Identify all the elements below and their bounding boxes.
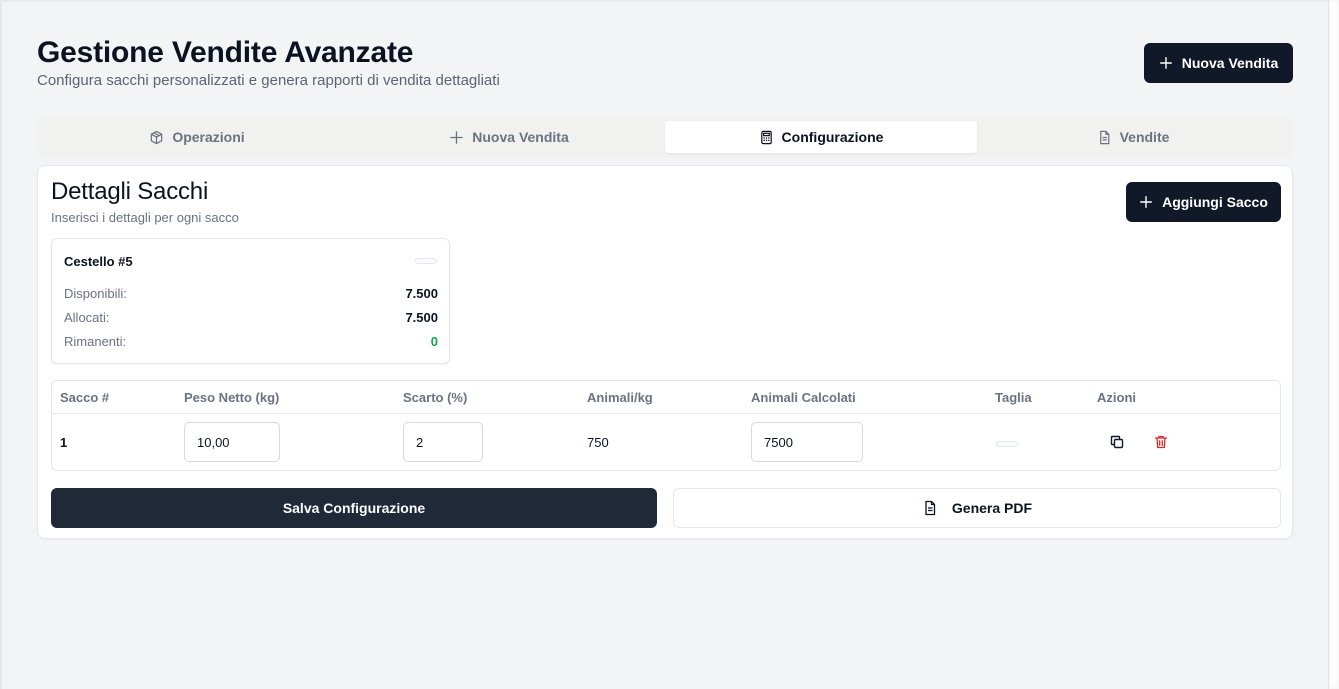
card-title: Dettagli Sacchi bbox=[51, 178, 209, 205]
plus-icon bbox=[1140, 196, 1153, 208]
basket-name: Cestello #5 bbox=[64, 254, 133, 269]
column-header: Scarto (%) bbox=[403, 390, 468, 405]
add-bag-label: Aggiungi Sacco bbox=[1162, 194, 1268, 210]
column-header: Animali Calcolati bbox=[751, 390, 856, 405]
scrollbar-thumb[interactable] bbox=[1330, 2, 1337, 687]
summary-row-available: Disponibili: 7.500 bbox=[64, 286, 438, 301]
bags-table: Sacco # Peso Netto (kg) Scarto (%) Anima… bbox=[51, 380, 1281, 471]
save-label: Salva Configurazione bbox=[282, 500, 426, 516]
page-header: Gestione Vendite Avanzate Configura sacc… bbox=[37, 36, 1293, 96]
summary-value: 7.500 bbox=[405, 286, 438, 301]
column-header: Sacco # bbox=[60, 390, 110, 405]
tab-label: Configurazione bbox=[781, 129, 884, 145]
tab-operazioni[interactable]: Operazioni bbox=[41, 121, 353, 153]
tab-configurazione[interactable]: Configurazione bbox=[665, 121, 977, 153]
add-bag-button[interactable]: Aggiungi Sacco bbox=[1126, 182, 1281, 222]
plus-icon bbox=[450, 130, 464, 144]
table-header: Sacco # Peso Netto (kg) Scarto (%) Anima… bbox=[52, 381, 1280, 414]
calculated-animals-input[interactable] bbox=[751, 422, 863, 462]
box-icon bbox=[151, 130, 163, 144]
summary-label: Disponibili: bbox=[64, 286, 127, 301]
table-row: 1 750 bbox=[52, 414, 1280, 470]
page-edge bbox=[0, 0, 2, 689]
tab-label: Nuova Vendita bbox=[472, 129, 569, 145]
summary-label: Rimanenti: bbox=[64, 334, 127, 349]
net-weight-input[interactable] bbox=[184, 422, 280, 462]
page-subtitle: Configura sacchi personalizzati e genera… bbox=[37, 72, 500, 89]
summary-value: 7.500 bbox=[405, 310, 438, 325]
trash-icon bbox=[1154, 435, 1168, 449]
summary-row-allocated: Allocati: 7.500 bbox=[64, 310, 438, 325]
vertical-scrollbar[interactable] bbox=[1328, 0, 1339, 689]
page-title: Gestione Vendite Avanzate bbox=[37, 36, 414, 69]
summary-label: Allocati: bbox=[64, 310, 110, 325]
page-edge-top bbox=[0, 0, 1330, 2]
summary-row-remaining: Rimanenti: 0 bbox=[64, 334, 438, 349]
document-icon bbox=[925, 500, 936, 516]
animals-per-kg: 750 bbox=[587, 435, 609, 450]
plus-icon bbox=[1159, 57, 1172, 69]
basket-status-badge bbox=[415, 258, 437, 264]
summary-value: 0 bbox=[430, 334, 438, 349]
tab-vendite[interactable]: Vendite bbox=[977, 121, 1289, 153]
tab-label: Vendite bbox=[1119, 129, 1170, 145]
tab-label: Operazioni bbox=[172, 129, 245, 145]
tab-bar: Operazioni Nuova Vendita Configurazione … bbox=[37, 117, 1293, 157]
generate-pdf-button[interactable]: Genera PDF bbox=[673, 488, 1281, 528]
column-header: Taglia bbox=[995, 390, 1032, 405]
calculator-icon bbox=[760, 130, 772, 144]
bag-number: 1 bbox=[60, 435, 68, 450]
card-subtitle: Inserisci i dettagli per ogni sacco bbox=[51, 210, 239, 225]
column-header: Animali/kg bbox=[587, 390, 653, 405]
new-sale-button[interactable]: Nuova Vendita bbox=[1144, 43, 1293, 83]
size-badge bbox=[996, 441, 1018, 447]
new-sale-label: Nuova Vendita bbox=[1181, 55, 1279, 71]
tab-nuova-vendita[interactable]: Nuova Vendita bbox=[353, 121, 665, 153]
duplicate-bag-button[interactable] bbox=[1108, 433, 1126, 451]
column-header: Azioni bbox=[1097, 390, 1136, 405]
waste-percent-input[interactable] bbox=[403, 422, 483, 462]
document-icon bbox=[1099, 130, 1109, 144]
column-header: Peso Netto (kg) bbox=[184, 390, 280, 405]
basket-summary: Cestello #5 Disponibili: 7.500 Allocati:… bbox=[51, 238, 450, 364]
pdf-label: Genera PDF bbox=[951, 500, 1033, 516]
delete-bag-button[interactable] bbox=[1152, 433, 1170, 451]
bag-details-card: Dettagli Sacchi Inserisci i dettagli per… bbox=[37, 165, 1293, 539]
save-configuration-button[interactable]: Salva Configurazione bbox=[51, 488, 657, 528]
copy-icon bbox=[1110, 435, 1124, 449]
